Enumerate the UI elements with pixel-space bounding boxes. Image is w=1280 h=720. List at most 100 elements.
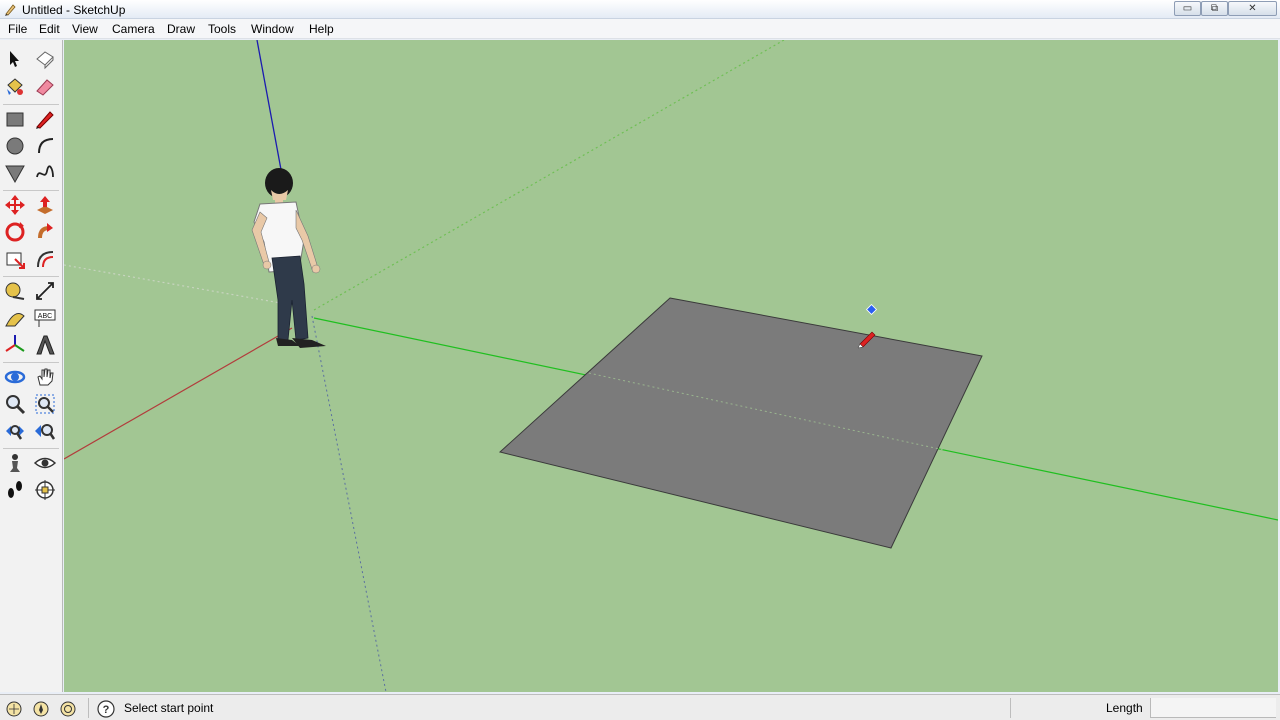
help-question-icon[interactable]: ? bbox=[97, 700, 115, 718]
magnifier-icon bbox=[6, 395, 26, 415]
status-divider bbox=[1010, 698, 1011, 718]
look-around-button[interactable] bbox=[33, 451, 57, 475]
push-pull-button[interactable] bbox=[33, 193, 57, 217]
text-label-icon: ABC bbox=[34, 309, 56, 327]
protractor-button[interactable] bbox=[3, 306, 27, 330]
menu-camera[interactable]: Camera bbox=[112, 22, 155, 36]
orbit-icon bbox=[4, 370, 26, 384]
tape-measure-button[interactable] bbox=[3, 279, 27, 303]
make-component-button[interactable] bbox=[33, 47, 57, 71]
axes-icon bbox=[5, 335, 25, 352]
arc-button[interactable] bbox=[33, 134, 57, 158]
large-tool-set-toolbar: ABC bbox=[0, 40, 63, 692]
previous-view-icon bbox=[35, 424, 56, 440]
title-bar: Untitled - SketchUp ▭ ⧉ ✕ bbox=[0, 0, 1280, 19]
line-button[interactable] bbox=[33, 107, 57, 131]
toolbar-separator bbox=[3, 448, 59, 449]
pan-button[interactable] bbox=[33, 365, 57, 389]
component-box-icon bbox=[36, 51, 54, 70]
svg-text:?: ? bbox=[103, 704, 110, 716]
move-button[interactable] bbox=[3, 193, 27, 217]
rotate-icon bbox=[5, 222, 25, 242]
polygon-button[interactable] bbox=[3, 161, 27, 185]
menu-window[interactable]: Window bbox=[251, 22, 294, 36]
3d-text-icon bbox=[36, 335, 55, 355]
status-divider bbox=[88, 698, 89, 718]
measurements-label: Length bbox=[1106, 701, 1143, 715]
geo-location-icon[interactable] bbox=[5, 700, 23, 718]
section-plane-button[interactable] bbox=[33, 478, 57, 502]
previous-view-button[interactable] bbox=[33, 419, 57, 443]
rectangle-button[interactable] bbox=[3, 107, 27, 131]
credits-icon[interactable] bbox=[32, 700, 50, 718]
rotate-button[interactable] bbox=[3, 220, 27, 244]
3d-text-button[interactable] bbox=[33, 333, 57, 357]
scale-button[interactable] bbox=[3, 247, 27, 271]
measurements-input[interactable] bbox=[1150, 698, 1276, 718]
eraser-icon bbox=[36, 79, 54, 96]
paint-bucket-icon bbox=[7, 78, 23, 95]
menu-bar: File Edit View Camera Draw Tools Window … bbox=[0, 19, 1280, 39]
sketchup-app-icon bbox=[5, 4, 16, 16]
pencil-icon bbox=[36, 111, 54, 129]
rectangle-icon bbox=[6, 112, 24, 127]
protractor-icon bbox=[5, 313, 25, 327]
window-title: Untitled - SketchUp bbox=[22, 3, 126, 17]
offset-button[interactable] bbox=[33, 247, 57, 271]
move-arrows-icon bbox=[5, 195, 25, 215]
status-bar: ? Select start point Length bbox=[0, 694, 1280, 720]
position-camera-icon bbox=[10, 454, 20, 472]
text-button[interactable]: ABC bbox=[33, 306, 57, 330]
toolbar-separator bbox=[3, 276, 59, 277]
position-camera-button[interactable] bbox=[3, 451, 27, 475]
menu-draw[interactable]: Draw bbox=[167, 22, 195, 36]
offset-icon bbox=[37, 251, 54, 268]
user-login-icon[interactable] bbox=[59, 700, 77, 718]
arc-icon bbox=[38, 138, 54, 154]
walk-button[interactable] bbox=[3, 478, 27, 502]
menu-file[interactable]: File bbox=[8, 22, 27, 36]
menu-help[interactable]: Help bbox=[309, 22, 334, 36]
freehand-icon bbox=[36, 165, 54, 178]
toolbar-separator bbox=[3, 362, 59, 363]
close-button[interactable]: ✕ bbox=[1228, 1, 1277, 16]
dimension-button[interactable] bbox=[33, 279, 57, 303]
footprints-icon bbox=[8, 481, 22, 498]
push-pull-icon bbox=[37, 196, 53, 214]
eraser-button[interactable] bbox=[33, 75, 57, 99]
status-prompt-text: Select start point bbox=[124, 701, 214, 715]
circle-button[interactable] bbox=[3, 134, 27, 158]
paint-bucket-button[interactable] bbox=[3, 75, 27, 99]
select-tool-button[interactable] bbox=[3, 47, 27, 71]
tape-measure-icon bbox=[5, 282, 25, 300]
dimension-icon bbox=[36, 282, 54, 300]
section-plane-icon bbox=[35, 480, 55, 500]
menu-edit[interactable]: Edit bbox=[39, 22, 60, 36]
model-canvas[interactable] bbox=[64, 40, 1278, 692]
close-icon: ✕ bbox=[1248, 3, 1257, 14]
zoom-button[interactable] bbox=[3, 392, 27, 416]
eye-icon bbox=[33, 457, 57, 469]
hand-icon bbox=[37, 368, 54, 386]
menu-tools[interactable]: Tools bbox=[208, 22, 236, 36]
restore-icon: ⧉ bbox=[1210, 3, 1219, 14]
maximize-button[interactable]: ⧉ bbox=[1201, 1, 1228, 16]
zoom-extents-button[interactable] bbox=[3, 419, 27, 443]
zoom-extents-icon bbox=[6, 425, 24, 440]
circle-icon bbox=[6, 137, 24, 155]
orbit-button[interactable] bbox=[3, 365, 27, 389]
menu-view[interactable]: View bbox=[72, 22, 98, 36]
follow-me-button[interactable] bbox=[33, 220, 57, 244]
toolbar-separator bbox=[3, 104, 59, 105]
minimize-icon: ▭ bbox=[1182, 3, 1193, 14]
toolbar-separator bbox=[3, 190, 59, 191]
follow-me-icon bbox=[38, 223, 53, 238]
polygon-icon bbox=[5, 165, 25, 184]
minimize-button[interactable]: ▭ bbox=[1174, 1, 1201, 16]
freehand-button[interactable] bbox=[33, 161, 57, 185]
svg-text:ABC: ABC bbox=[38, 313, 52, 320]
drawing-area-viewport[interactable] bbox=[64, 40, 1278, 692]
axes-button[interactable] bbox=[3, 333, 27, 357]
zoom-window-icon bbox=[35, 394, 55, 414]
zoom-window-button[interactable] bbox=[33, 392, 57, 416]
